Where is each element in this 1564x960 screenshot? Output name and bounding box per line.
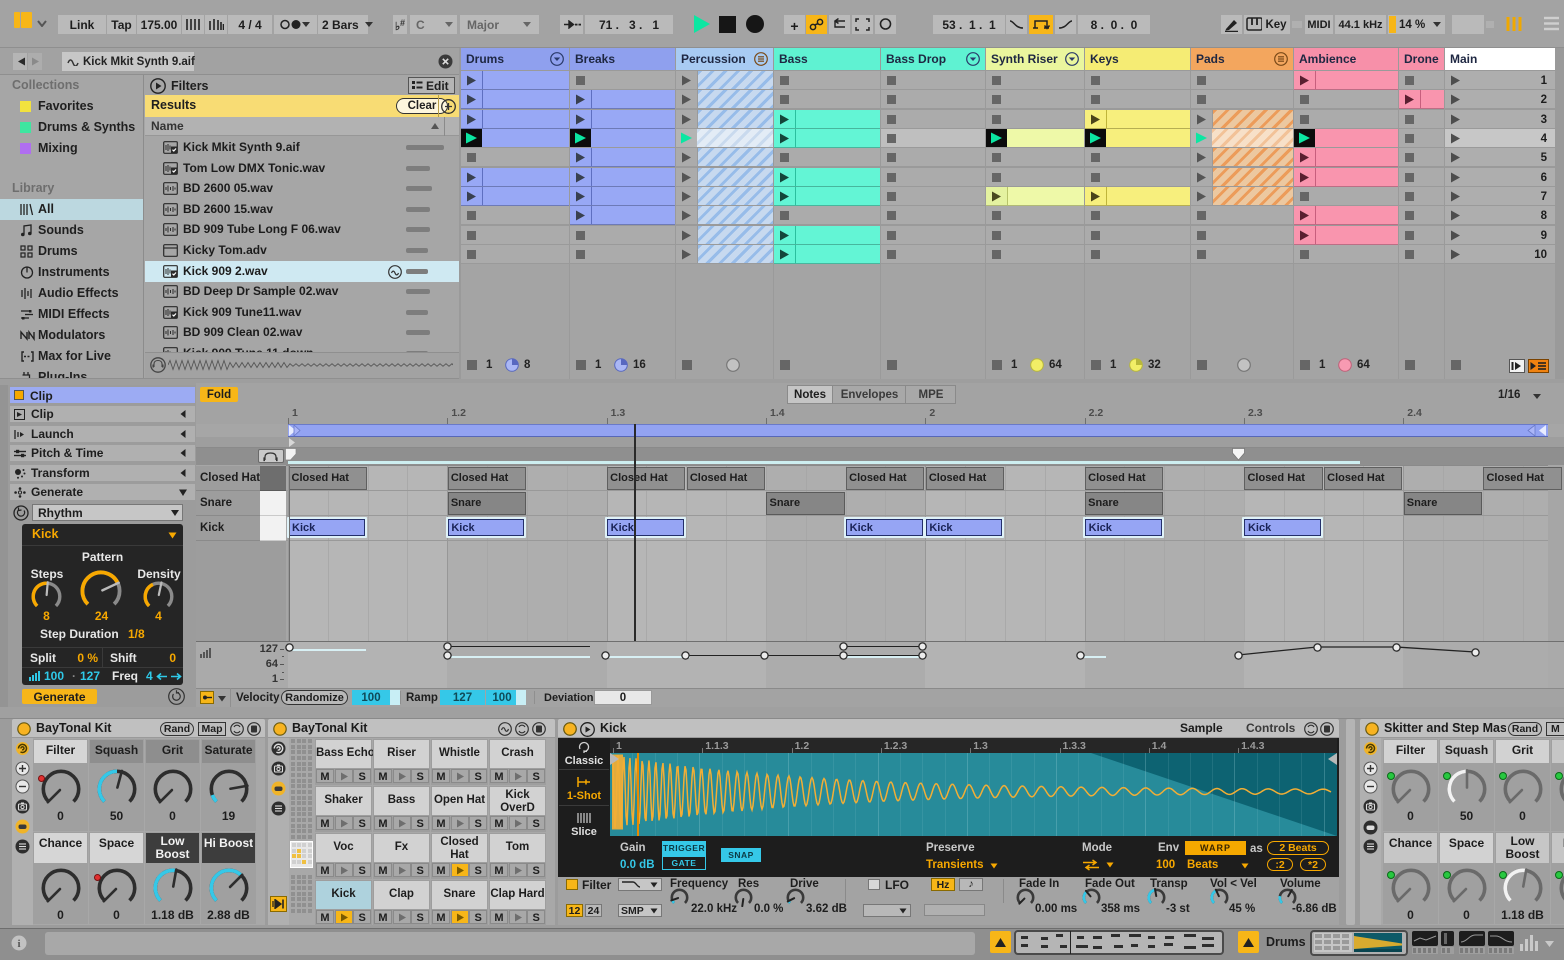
svg-text:#: # <box>400 18 405 28</box>
svg-text:i: i <box>17 938 20 950</box>
